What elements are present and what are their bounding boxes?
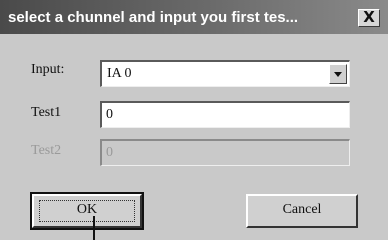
test2-field [100, 139, 350, 166]
test1-field[interactable] [100, 101, 350, 128]
title-bar[interactable]: select a chunnel and input you first tes… [0, 0, 388, 34]
test2-label: Test2 [31, 143, 62, 158]
input-channel-value: IA 0 [107, 66, 132, 81]
dropdown-button[interactable] [329, 64, 347, 84]
ok-button[interactable]: OK [30, 192, 144, 230]
focus-rectangle [39, 200, 135, 222]
input-channel-select[interactable]: IA 0 [100, 60, 350, 87]
text-cursor-icon [93, 216, 95, 240]
test1-label: Test1 [31, 105, 62, 120]
close-icon: X [363, 8, 375, 26]
dialog-window: select a chunnel and input you first tes… [0, 0, 388, 240]
cancel-button[interactable]: Cancel [246, 194, 358, 228]
cancel-button-label: Cancel [282, 202, 322, 217]
chevron-down-icon [334, 72, 342, 77]
window-title: select a chunnel and input you first tes… [8, 9, 299, 26]
input-label: Input: [31, 62, 65, 77]
close-button[interactable]: X [358, 8, 380, 27]
